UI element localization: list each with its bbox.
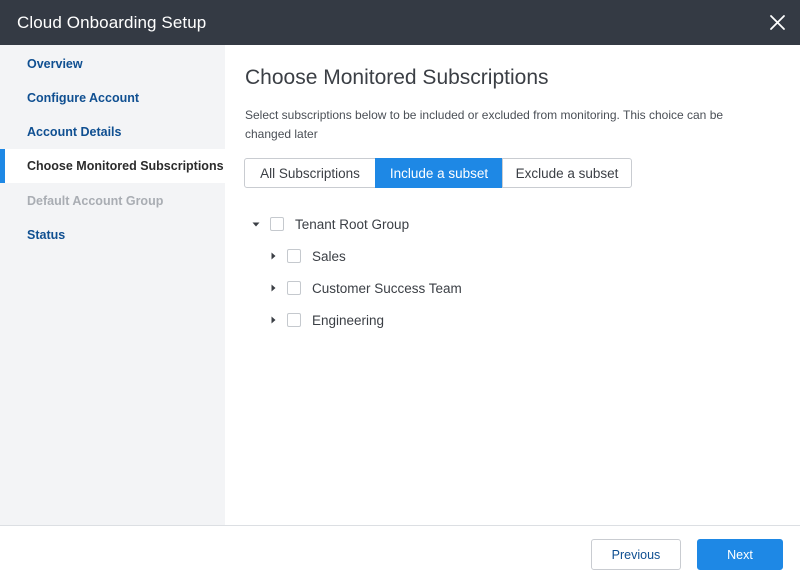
tree-node-label: Tenant Root Group bbox=[295, 216, 410, 232]
main-content: Choose Monitored Subscriptions Select su… bbox=[225, 45, 800, 525]
caret-right-icon[interactable] bbox=[268, 251, 278, 261]
tree-node-engineering: Engineering bbox=[268, 310, 384, 330]
tenant-root-group-checkbox[interactable] bbox=[270, 217, 284, 231]
sales-checkbox[interactable] bbox=[287, 249, 301, 263]
engineering-checkbox[interactable] bbox=[287, 313, 301, 327]
sidebar-item-account-details[interactable]: Account Details bbox=[0, 115, 225, 149]
page-description: Select subscriptions below to be include… bbox=[245, 108, 724, 141]
all-subscriptions-button[interactable]: All Subscriptions bbox=[244, 158, 376, 188]
sidebar-item-choose-monitored-subscriptions[interactable]: Choose Monitored Subscriptions bbox=[0, 149, 225, 183]
tree-node-label: Engineering bbox=[312, 312, 385, 328]
footer-bar: Previous Next bbox=[0, 525, 800, 584]
page-title: Choose Monitored Subscriptions bbox=[245, 66, 549, 89]
tree-node-label: Customer Success Team bbox=[312, 280, 462, 296]
include-subset-button[interactable]: Include a subset bbox=[375, 158, 503, 188]
sidebar-item-default-account-group: Default Account Group bbox=[27, 194, 164, 208]
tree-node-tenant-root-group: Tenant Root Group bbox=[251, 214, 409, 234]
scope-segmented-control: All Subscriptions Include a subset Exclu… bbox=[244, 158, 632, 188]
sidebar-item-status[interactable]: Status bbox=[0, 218, 225, 252]
wizard-steps-sidebar: Overview Configure Account Account Detai… bbox=[0, 45, 225, 525]
sidebar-item-overview[interactable]: Overview bbox=[0, 47, 225, 81]
sidebar-item-configure-account[interactable]: Configure Account bbox=[0, 81, 225, 115]
title-bar: Cloud Onboarding Setup bbox=[0, 0, 800, 45]
tree-node-sales: Sales bbox=[268, 246, 346, 266]
exclude-subset-button[interactable]: Exclude a subset bbox=[502, 158, 632, 188]
next-button[interactable]: Next bbox=[697, 539, 783, 570]
customer-success-team-checkbox[interactable] bbox=[287, 281, 301, 295]
tree-node-label: Sales bbox=[312, 248, 346, 264]
tree-node-customer-success-team: Customer Success Team bbox=[268, 278, 462, 298]
previous-button[interactable]: Previous bbox=[591, 539, 681, 570]
caret-down-icon[interactable] bbox=[251, 219, 261, 229]
window-title: Cloud Onboarding Setup bbox=[17, 12, 207, 32]
caret-right-icon[interactable] bbox=[268, 315, 278, 325]
caret-right-icon[interactable] bbox=[268, 283, 278, 293]
close-icon[interactable] bbox=[769, 14, 786, 31]
